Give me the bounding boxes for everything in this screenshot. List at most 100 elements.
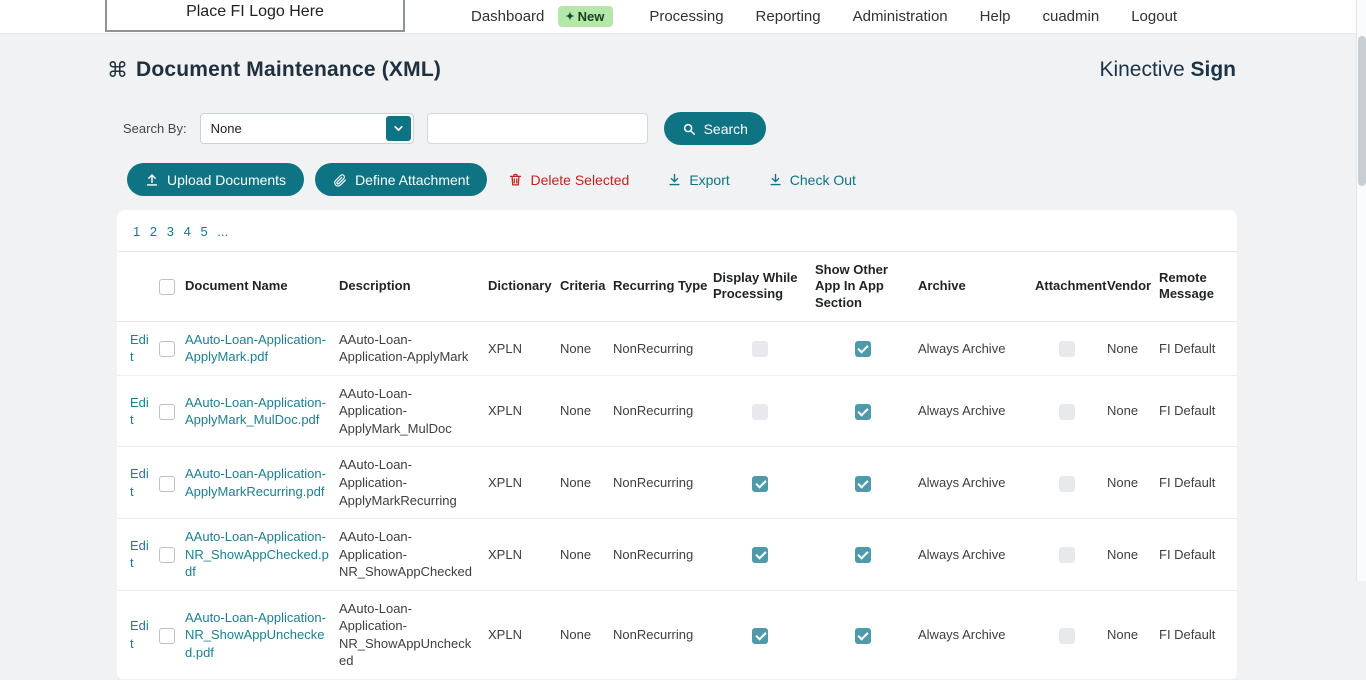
show-other-app-checkbox[interactable] xyxy=(855,404,871,420)
recurring-type-cell: NonRecurring xyxy=(613,447,713,519)
nav-dashboard[interactable]: Dashboard xyxy=(471,8,544,25)
col-archive: Archive xyxy=(918,252,1035,322)
edit-link[interactable]: Edit xyxy=(130,618,149,651)
title-row: ⌘ Document Maintenance (XML) Kinective S… xyxy=(107,58,1236,82)
show-other-app-checkbox[interactable] xyxy=(855,547,871,563)
nav-cuadmin[interactable]: cuadmin xyxy=(1043,8,1100,25)
select-all-checkbox[interactable] xyxy=(159,279,175,295)
export-button[interactable]: Export xyxy=(667,172,729,188)
description-cell: AAuto-Loan-Application-ApplyMark_MulDoc xyxy=(339,375,488,447)
description-cell: AAuto-Loan-Application-ApplyMark xyxy=(339,321,488,375)
document-name-link[interactable]: AAuto-Loan-Application-NR_ShowAppChecked… xyxy=(185,529,329,579)
vendor-cell: None xyxy=(1107,519,1159,591)
check-out-icon xyxy=(768,172,783,187)
dictionary-cell: XPLN xyxy=(488,590,560,679)
define-attachment-button[interactable]: Define Attachment xyxy=(315,163,487,196)
row-checkbox[interactable] xyxy=(159,404,175,420)
page-link-2[interactable]: 2 xyxy=(150,224,157,239)
upload-documents-button[interactable]: Upload Documents xyxy=(127,163,304,196)
nav-logout[interactable]: Logout xyxy=(1131,8,1177,25)
criteria-cell: None xyxy=(560,447,613,519)
edit-link[interactable]: Edit xyxy=(130,332,149,365)
col-document-name: Document Name xyxy=(185,252,339,322)
archive-cell: Always Archive xyxy=(918,447,1035,519)
col-attachment: Attachment xyxy=(1035,252,1107,322)
search-input[interactable] xyxy=(427,113,648,144)
description-cell: AAuto-Loan-Application-NR_ShowAppUncheck… xyxy=(339,590,488,679)
display-while-processing-checkbox[interactable] xyxy=(752,404,768,420)
toolbar: Upload Documents Define Attachment Delet… xyxy=(127,163,1366,196)
page-link-4[interactable]: 4 xyxy=(184,224,191,239)
remote-message-cell: FI Default xyxy=(1159,447,1237,519)
col-vendor: Vendor xyxy=(1107,252,1159,322)
search-row: Search By: None Search xyxy=(123,112,1366,145)
col-display-while-processing: Display While Processing xyxy=(713,252,815,322)
select-all-header xyxy=(159,252,185,322)
show-other-app-checkbox[interactable] xyxy=(855,628,871,644)
search-button[interactable]: Search xyxy=(664,112,766,145)
col-description: Description xyxy=(339,252,488,322)
remote-message-cell: FI Default xyxy=(1159,590,1237,679)
edit-link[interactable]: Edit xyxy=(130,466,149,499)
nav-help[interactable]: Help xyxy=(980,8,1011,25)
table-body: Edit AAuto-Loan-Application-ApplyMark.pd… xyxy=(117,321,1237,679)
table-header-row: Document Name Description Dictionary Cri… xyxy=(117,252,1237,322)
dictionary-cell: XPLN xyxy=(488,321,560,375)
search-by-selected-value: None xyxy=(201,121,242,136)
document-name-link[interactable]: AAuto-Loan-Application-ApplyMark.pdf xyxy=(185,332,326,365)
archive-cell: Always Archive xyxy=(918,590,1035,679)
documents-card: 1 2 3 4 5 ... Document Name Description … xyxy=(117,210,1237,680)
document-name-link[interactable]: AAuto-Loan-Application-ApplyMarkRecurrin… xyxy=(185,466,326,499)
col-show-other-app: Show Other App In App Section xyxy=(815,252,918,322)
attachment-checkbox[interactable] xyxy=(1059,341,1075,357)
table-row: Edit AAuto-Loan-Application-NR_ShowAppCh… xyxy=(117,519,1237,591)
vertical-scrollbar[interactable] xyxy=(1356,0,1366,581)
row-checkbox[interactable] xyxy=(159,341,175,357)
table-row: Edit AAuto-Loan-Application-ApplyMarkRec… xyxy=(117,447,1237,519)
delete-selected-button[interactable]: Delete Selected xyxy=(508,172,629,188)
search-button-label: Search xyxy=(704,121,748,137)
command-icon: ⌘ xyxy=(107,60,128,81)
display-while-processing-checkbox[interactable] xyxy=(752,628,768,644)
scrollbar-thumb[interactable] xyxy=(1358,36,1366,186)
edit-link[interactable]: Edit xyxy=(130,538,149,571)
display-while-processing-checkbox[interactable] xyxy=(752,547,768,563)
document-name-link[interactable]: AAuto-Loan-Application-NR_ShowAppUncheck… xyxy=(185,610,326,660)
col-remote-message: Remote Message xyxy=(1159,252,1237,322)
edit-link[interactable]: Edit xyxy=(130,395,149,428)
fi-logo-placeholder: Place FI Logo Here xyxy=(105,0,405,32)
nav-reporting[interactable]: Reporting xyxy=(756,8,821,25)
attachment-checkbox[interactable] xyxy=(1059,547,1075,563)
page-title-text: Document Maintenance (XML) xyxy=(136,58,441,82)
brand-name: Kinective xyxy=(1099,58,1184,81)
check-out-button[interactable]: Check Out xyxy=(768,172,856,188)
page-link-1[interactable]: 1 xyxy=(133,224,140,239)
nav-processing[interactable]: Processing xyxy=(649,8,723,25)
trash-icon xyxy=(508,172,523,187)
nav-administration[interactable]: Administration xyxy=(853,8,948,25)
page-link-more[interactable]: ... xyxy=(217,224,228,239)
page-link-3[interactable]: 3 xyxy=(167,224,174,239)
upload-icon xyxy=(145,173,159,187)
row-checkbox[interactable] xyxy=(159,476,175,492)
attachment-checkbox[interactable] xyxy=(1059,476,1075,492)
row-checkbox[interactable] xyxy=(159,547,175,563)
attachment-checkbox[interactable] xyxy=(1059,628,1075,644)
attachment-checkbox[interactable] xyxy=(1059,404,1075,420)
chevron-down-icon[interactable] xyxy=(386,116,411,141)
new-badge-label: New xyxy=(578,9,605,24)
show-other-app-checkbox[interactable] xyxy=(855,341,871,357)
criteria-cell: None xyxy=(560,375,613,447)
search-by-label: Search By: xyxy=(123,121,187,136)
display-while-processing-checkbox[interactable] xyxy=(752,341,768,357)
search-by-select[interactable]: None xyxy=(200,113,414,144)
row-checkbox[interactable] xyxy=(159,628,175,644)
dictionary-cell: XPLN xyxy=(488,375,560,447)
page-link-5[interactable]: 5 xyxy=(200,224,207,239)
vendor-cell: None xyxy=(1107,375,1159,447)
display-while-processing-checkbox[interactable] xyxy=(752,476,768,492)
show-other-app-checkbox[interactable] xyxy=(855,476,871,492)
col-criteria: Criteria xyxy=(560,252,613,322)
archive-cell: Always Archive xyxy=(918,321,1035,375)
document-name-link[interactable]: AAuto-Loan-Application-ApplyMark_MulDoc.… xyxy=(185,395,326,428)
